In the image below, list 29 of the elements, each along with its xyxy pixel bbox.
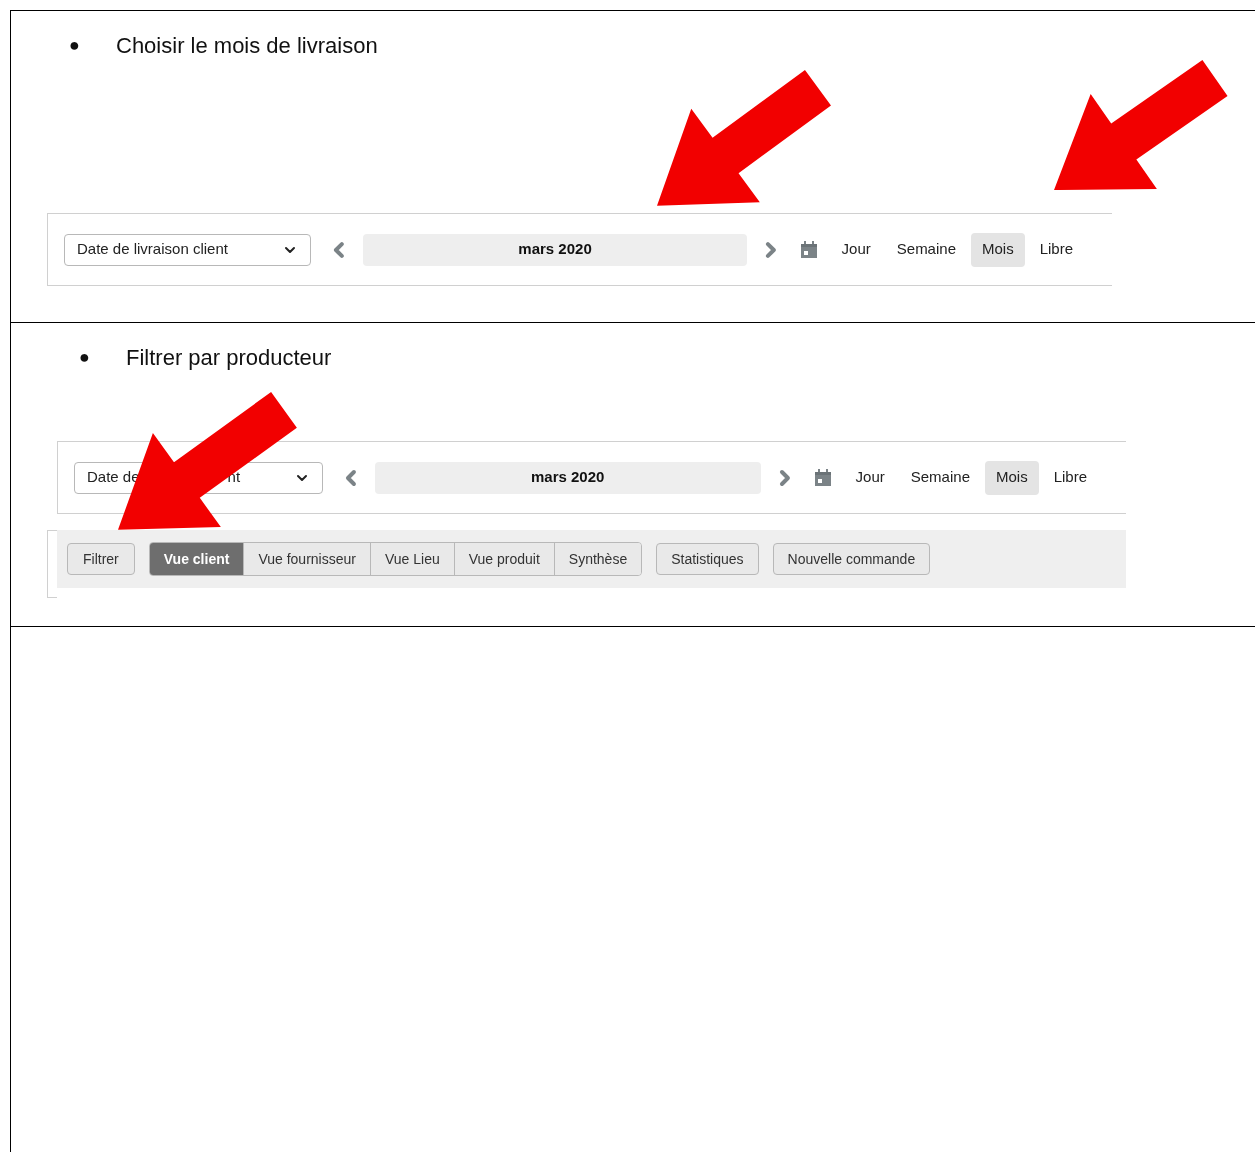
arrow-icon [657, 70, 831, 206]
month-display: mars 2020 [363, 233, 747, 266]
bullet: ● [79, 346, 91, 369]
range-tab[interactable]: Libre [1028, 232, 1084, 267]
date-type-select[interactable]: Date de livraison client [64, 233, 312, 266]
filter-button[interactable]: Filtrer [67, 543, 135, 575]
range-tab[interactable]: Jour [830, 232, 882, 267]
range-tab[interactable]: Semaine [899, 460, 981, 495]
range-tab[interactable]: Mois [971, 232, 1025, 267]
view-tab[interactable]: Vue client [149, 543, 244, 575]
view-tab[interactable]: Vue fournisseur [243, 543, 370, 575]
action-button[interactable]: Nouvelle commande [772, 543, 931, 575]
bullet-text: Choisir le mois de livraison [116, 32, 378, 60]
bullet-text: Filtrer par producteur [126, 344, 332, 372]
range-tab[interactable]: Mois [984, 460, 1039, 495]
arrow-icon [1054, 59, 1228, 190]
action-button[interactable]: Statistiques [656, 543, 759, 575]
view-tab[interactable]: Vue Lieu [369, 543, 454, 575]
range-tab[interactable]: Libre [1042, 460, 1098, 495]
bullet: ● [69, 34, 81, 57]
view-tab[interactable]: Synthèse [553, 543, 642, 575]
range-tab[interactable]: Jour [844, 460, 896, 495]
month-display: mars 2020 [374, 461, 761, 494]
view-tab[interactable]: Vue produit [453, 543, 554, 575]
arrow-icon [118, 392, 297, 530]
range-tab[interactable]: Semaine [885, 232, 967, 267]
calendar-icon [812, 467, 833, 488]
select-value: Date de livraison client [77, 239, 228, 260]
calendar-icon [798, 239, 819, 260]
